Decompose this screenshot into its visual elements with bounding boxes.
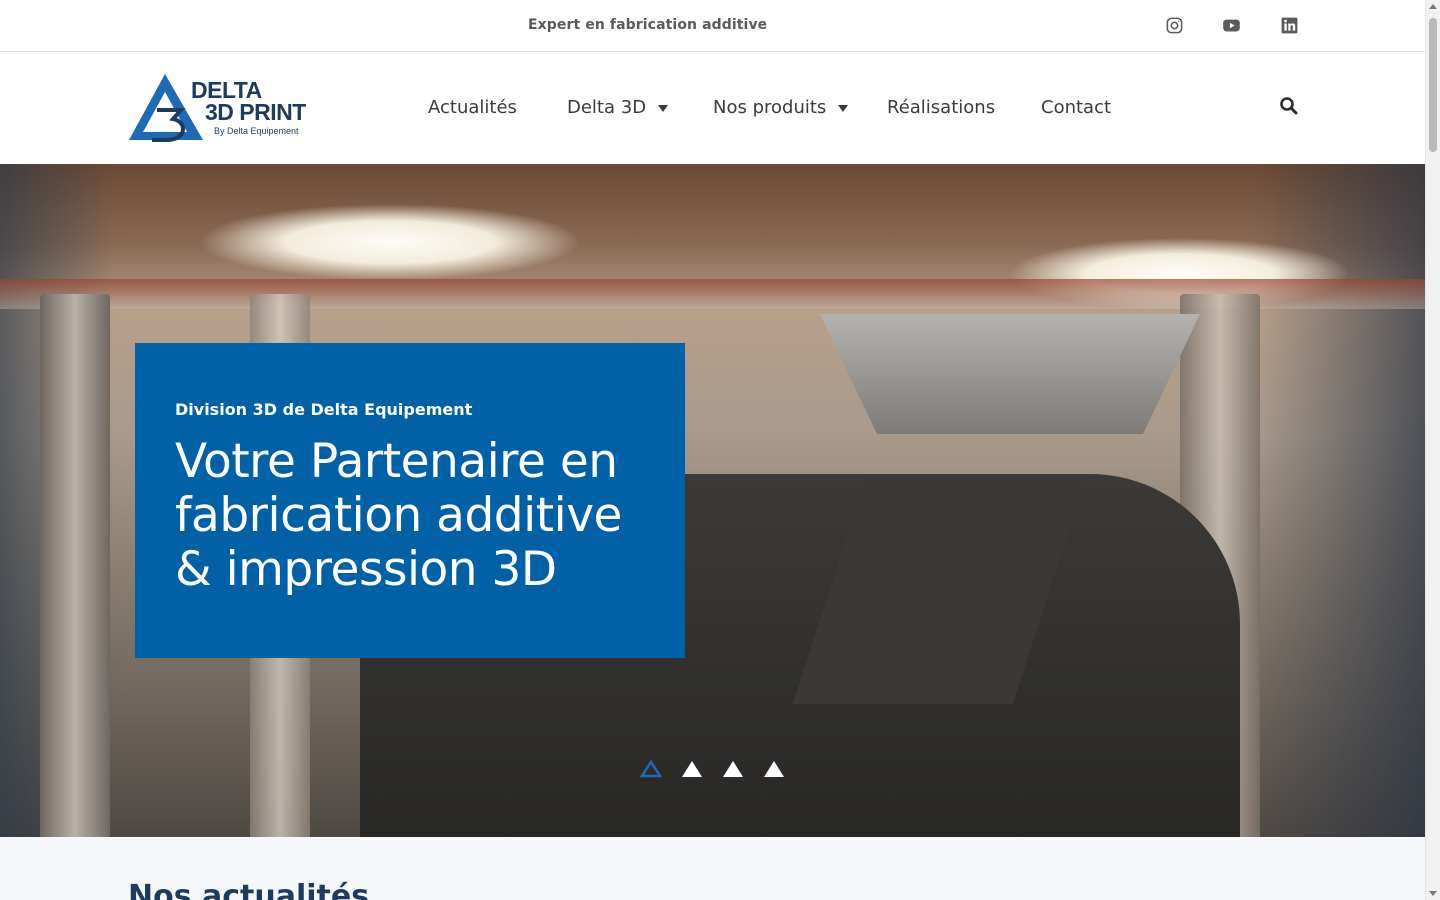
logo-text-byline: By Delta Equipement bbox=[214, 126, 299, 136]
nav-label: Nos produits bbox=[713, 96, 827, 118]
nav-item-contact[interactable]: Contact bbox=[1041, 95, 1111, 119]
section-title: Nos actualités bbox=[128, 879, 370, 900]
caret-down-icon bbox=[658, 104, 669, 112]
caret-down-icon bbox=[838, 104, 849, 112]
instagram-link[interactable] bbox=[1164, 15, 1184, 35]
top-bar: Expert en fabrication additive bbox=[0, 0, 1425, 52]
hero-image-detail bbox=[40, 294, 110, 837]
search-icon bbox=[1280, 97, 1298, 115]
linkedin-link[interactable] bbox=[1279, 15, 1299, 35]
hero-eyebrow: Division 3D de Delta Equipement bbox=[175, 400, 473, 419]
nav-item-delta-3d[interactable]: Delta 3D bbox=[567, 95, 669, 119]
main-header: DELTA 3D PRINT By Delta Equipement Actua… bbox=[0, 53, 1425, 164]
tagline: Expert en fabrication additive bbox=[528, 17, 768, 33]
slider-pagination bbox=[640, 760, 785, 780]
instagram-icon bbox=[1166, 17, 1182, 33]
scroll-up-arrow-icon[interactable] bbox=[1429, 4, 1437, 9]
youtube-icon bbox=[1222, 19, 1240, 31]
slide-dot-2[interactable] bbox=[681, 760, 703, 778]
page: Expert en fabrication additive DELTA 3D … bbox=[0, 0, 1425, 900]
nav-item-actualites[interactable]: Actualités bbox=[428, 95, 517, 119]
hero-title: Votre Partenaire en fabrication additive… bbox=[175, 434, 622, 597]
hero-slider: Division 3D de Delta Equipement Votre Pa… bbox=[0, 164, 1425, 837]
hero-card: Division 3D de Delta Equipement Votre Pa… bbox=[135, 343, 685, 658]
nav-item-realisations[interactable]: Réalisations bbox=[887, 95, 995, 119]
nav-label: Delta 3D bbox=[567, 96, 647, 118]
youtube-link[interactable] bbox=[1221, 15, 1241, 35]
linkedin-icon bbox=[1281, 17, 1297, 33]
nav-label: Actualités bbox=[428, 96, 517, 118]
news-section: Nos actualités bbox=[0, 837, 1425, 900]
search-button[interactable] bbox=[1279, 96, 1299, 116]
logo-text-3d-print: 3D PRINT bbox=[205, 99, 306, 125]
slide-dot-4[interactable] bbox=[763, 760, 785, 778]
nav-label: Réalisations bbox=[887, 96, 996, 118]
scroll-thumb[interactable] bbox=[1429, 18, 1437, 152]
page-scrollbar[interactable] bbox=[1425, 0, 1440, 900]
slide-dot-1-active[interactable] bbox=[640, 760, 662, 778]
scroll-down-arrow-icon[interactable] bbox=[1429, 891, 1437, 896]
nav-label: Contact bbox=[1041, 96, 1112, 118]
slide-dot-3[interactable] bbox=[722, 760, 744, 778]
nav-item-nos-produits[interactable]: Nos produits bbox=[713, 95, 849, 119]
hero-image-detail bbox=[820, 314, 1200, 434]
site-logo[interactable]: DELTA 3D PRINT By Delta Equipement bbox=[127, 72, 317, 144]
